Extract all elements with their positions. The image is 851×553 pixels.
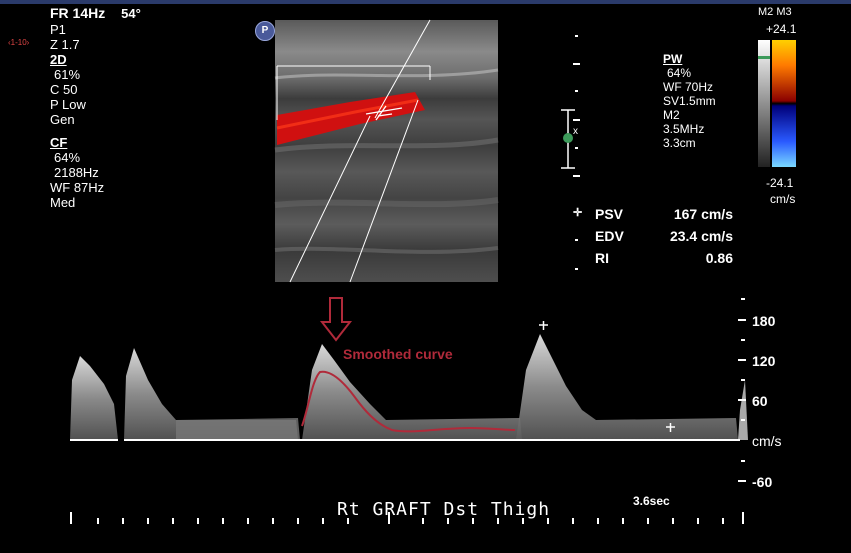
color-box (276, 19, 431, 283)
scan-overlay: x (70, 19, 796, 524)
gate-position-icon (561, 109, 575, 169)
exam-caption: Rt GRAFT Dst Thigh (337, 499, 551, 520)
psv-caliper-icon (539, 321, 548, 330)
velocity-label: 180 (752, 313, 776, 329)
annotation-label: Smoothed curve (343, 346, 453, 362)
gate-marker: x (573, 126, 578, 137)
velocity-label: 60 (752, 393, 768, 409)
color-flow-vessel (277, 92, 425, 145)
annotation-arrow-icon (319, 297, 353, 342)
velocity-unit: cm/s (752, 433, 782, 449)
color-scale-bar (758, 40, 796, 167)
velocity-label: 120 (752, 353, 776, 369)
time-scale-label: 3.6sec (633, 494, 670, 508)
velocity-label: -60 (752, 474, 773, 490)
depth-ticks (573, 35, 580, 270)
